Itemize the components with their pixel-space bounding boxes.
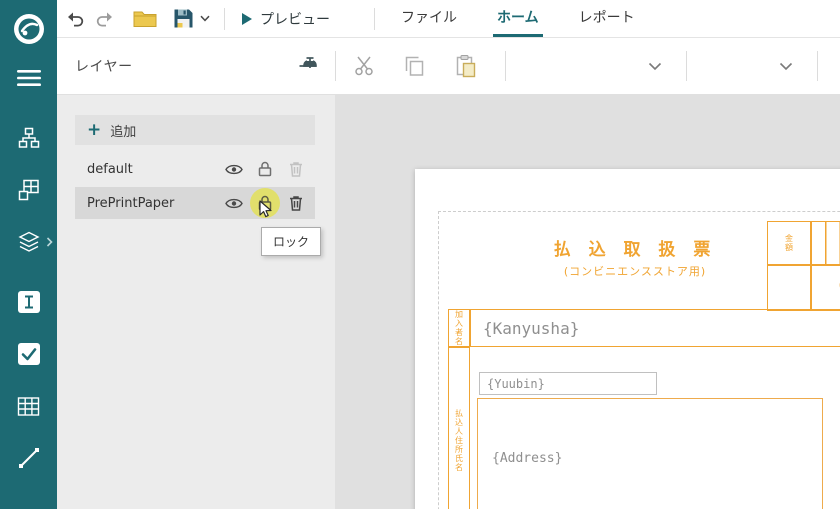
save-button[interactable] [173,0,194,37]
report-parts-tool-icon[interactable] [0,164,57,216]
structure-tool-icon[interactable] [0,112,57,164]
form-subtitle: (コンビニエンスストア用) [495,263,775,279]
tab-home[interactable]: ホーム [493,0,543,37]
textbox-tool-icon[interactable] [0,276,57,328]
layer-visibility-button[interactable] [224,191,244,215]
payee-label-cell: 加入者名 [448,309,470,347]
preview-button[interactable]: プレビュー [241,0,330,37]
tab-report[interactable]: レポート [575,0,639,37]
content-area: + 追加 default PrePrintPaper [57,95,840,509]
ribbon-separator [817,51,818,81]
menu-tabs: ファイル ホーム レポート [397,0,671,37]
amount-label-cell: 金額 [767,221,811,265]
address-field[interactable]: {Address} [477,398,823,509]
main-area: プレビュー ファイル ホーム レポート レイヤー [57,0,840,509]
layers-flyout-chevron-icon [46,233,53,252]
layer-delete-button[interactable] [286,191,306,215]
form-cell: ( [811,265,840,311]
line-tool-icon[interactable] [0,432,57,484]
ribbon-separator [505,51,506,81]
layer-name: PrePrintPaper [87,196,213,211]
layer-lock-button[interactable] [255,157,275,181]
payer-label-cell: 払込人住所氏名 [448,347,470,509]
panel-header: レイヤー [57,38,335,94]
layer-row-preprintpaper[interactable]: PrePrintPaper [75,187,315,219]
toolbar-separator [224,8,225,30]
form-title: 払 込 取 扱 票 [495,235,775,260]
layers-panel: + 追加 default PrePrintPaper [57,95,335,509]
cut-button[interactable] [354,55,376,77]
ribbon-icons [336,38,840,94]
copy-button[interactable] [404,55,425,77]
sidebar [0,0,57,509]
layer-lock-button[interactable] [255,191,275,215]
ribbon-bar: レイヤー [57,38,840,95]
lock-tooltip: ロック [261,227,321,256]
layer-visibility-button[interactable] [224,157,244,181]
paste-button[interactable] [455,54,477,78]
layer-row-default[interactable]: default [75,153,315,185]
checkbox-tool-icon[interactable] [0,328,57,380]
amount-digit-cells [811,221,840,265]
dropdown-chevron-icon[interactable] [779,62,793,71]
report-designer-window: プレビュー ファイル ホーム レポート レイヤー [0,0,840,509]
top-toolbar: プレビュー ファイル ホーム レポート [57,0,840,38]
add-layer-button[interactable]: + 追加 [75,115,315,145]
report-page[interactable]: 払 込 取 扱 票 (コンビニエンスストア用) 金額 ( 加入者名 {Kanyu… [415,169,840,509]
panel-title: レイヤー [75,56,133,76]
layer-delete-button[interactable] [286,157,306,181]
layer-name: default [87,162,213,177]
payee-field[interactable]: {Kanyusha} [470,309,840,347]
dropdown-chevron-icon[interactable] [648,62,662,71]
redo-button[interactable] [95,0,115,37]
tab-file[interactable]: ファイル [397,0,461,37]
layers-tool-icon[interactable] [0,216,57,268]
ribbon-separator [686,51,687,81]
form-cell [767,265,811,311]
pin-panel-button[interactable] [297,56,319,76]
undo-button[interactable] [65,0,85,37]
add-layer-label: 追加 [110,121,136,140]
save-dropdown-chevron-icon[interactable] [200,0,210,37]
postal-field[interactable]: {Yuubin} [479,372,657,395]
menu-button[interactable] [0,52,57,104]
open-file-button[interactable] [133,0,157,37]
preview-label: プレビュー [260,9,330,29]
app-logo [0,6,57,52]
design-canvas[interactable]: 払 込 取 扱 票 (コンビニエンスストア用) 金額 ( 加入者名 {Kanyu… [335,95,840,509]
toolbar-separator [374,8,375,30]
table-tool-icon[interactable] [0,380,57,432]
plus-icon: + [87,122,101,139]
